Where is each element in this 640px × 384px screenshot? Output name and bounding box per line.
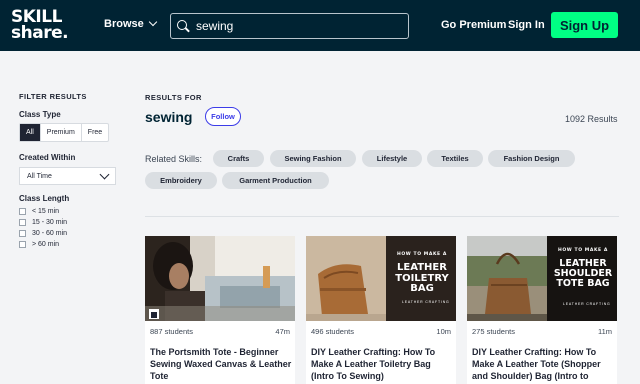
class-title[interactable]: DIY Leather Crafting: How To Make A Leat… xyxy=(311,346,453,382)
class-length-option-label: 30 - 60 min xyxy=(32,230,68,237)
chevron-down-icon xyxy=(148,17,157,27)
related-skill-chip[interactable]: Crafts xyxy=(213,150,264,167)
sign-in-link[interactable]: Sign In xyxy=(508,19,545,31)
skillshare-logo[interactable]: SKILL share. xyxy=(11,9,69,43)
top-navbar: SKILL share. Browse Go Premium Sign In S… xyxy=(0,0,640,51)
filter-results-title: FILTER RESULTS xyxy=(19,92,87,101)
class-duration: 47m xyxy=(275,327,290,336)
results-for-label: RESULTS FOR xyxy=(145,93,202,102)
filter-sidebar: FILTER RESULTS Class Type All Premium Fr… xyxy=(19,92,119,248)
checkbox[interactable] xyxy=(19,241,26,248)
related-skill-chip[interactable]: Lifestyle xyxy=(362,150,422,167)
created-within-select[interactable]: All Time xyxy=(19,167,116,185)
browse-menu[interactable]: Browse xyxy=(104,17,157,30)
class-length-option[interactable]: 30 - 60 min xyxy=(19,230,67,237)
related-skill-chip[interactable]: Embroidery xyxy=(145,172,217,189)
class-type-toggle: All Premium Free xyxy=(19,123,110,142)
search-input[interactable] xyxy=(196,19,396,33)
related-skill-chip[interactable]: Fashion Design xyxy=(488,150,575,167)
class-length-option[interactable]: 15 - 30 min xyxy=(19,219,67,226)
class-length-option[interactable]: < 15 min xyxy=(19,208,59,215)
results-count: 1092 Results xyxy=(565,114,618,124)
logo-line-2: share. xyxy=(11,23,69,43)
related-skill-chip[interactable]: Textiles xyxy=(427,150,483,167)
class-type-premium[interactable]: Premium xyxy=(39,124,82,141)
created-within-label: Created Within xyxy=(19,153,76,162)
thumbnail-headline: LEATHER TOILETRY BAG xyxy=(395,262,449,294)
search-bar[interactable] xyxy=(170,13,409,39)
class-type-free[interactable]: Free xyxy=(82,124,108,141)
class-title[interactable]: DIY Leather Crafting: How To Make A Leat… xyxy=(472,346,614,382)
class-duration: 11m xyxy=(597,327,612,336)
chevron-down-icon xyxy=(99,169,110,179)
class-length-option-label: 15 - 30 min xyxy=(32,219,68,226)
student-count: 887 students xyxy=(150,327,193,336)
class-duration: 10m xyxy=(436,327,451,336)
sign-up-button[interactable]: Sign Up xyxy=(551,12,618,38)
student-count: 496 students xyxy=(311,327,354,336)
divider xyxy=(145,216,619,217)
class-thumbnail[interactable] xyxy=(145,236,295,321)
checkbox[interactable] xyxy=(19,208,26,215)
class-thumbnail[interactable]: HOW TO MAKE A LEATHER SHOULDER TOTE BAG … xyxy=(467,236,617,321)
class-card[interactable]: HOW TO MAKE A LEATHER SHOULDER TOTE BAG … xyxy=(467,236,617,384)
class-length-label: Class Length xyxy=(19,194,70,203)
class-card[interactable]: HOW TO MAKE A LEATHER TOILETRY BAG LEATH… xyxy=(306,236,456,384)
search-query-title: sewing xyxy=(145,109,193,125)
related-skill-chip[interactable]: Sewing Fashion xyxy=(270,150,356,167)
follow-button[interactable]: Follow xyxy=(205,107,241,126)
search-icon xyxy=(177,19,190,33)
thumbnail-caption: HOW TO MAKE A xyxy=(558,248,608,253)
class-length-option-label: < 15 min xyxy=(32,208,60,215)
thumbnail-caption: HOW TO MAKE A xyxy=(397,252,447,257)
class-length-option-label: > 60 min xyxy=(32,241,60,248)
class-thumbnail[interactable]: HOW TO MAKE A LEATHER TOILETRY BAG LEATH… xyxy=(306,236,456,321)
class-type-label: Class Type xyxy=(19,110,61,119)
class-card[interactable]: 887 students 47m The Portsmith Tote - Be… xyxy=(145,236,295,384)
class-length-option[interactable]: > 60 min xyxy=(19,241,59,248)
go-premium-link[interactable]: Go Premium xyxy=(441,19,506,31)
related-skills-label: Related Skills: xyxy=(145,154,203,164)
student-count: 275 students xyxy=(472,327,515,336)
created-within-value: All Time xyxy=(27,172,52,180)
checkbox[interactable] xyxy=(19,230,26,237)
class-type-all[interactable]: All xyxy=(20,124,40,141)
checkbox[interactable] xyxy=(19,219,26,226)
related-skill-chip[interactable]: Garment Production xyxy=(222,172,329,189)
thumbnail-headline: LEATHER SHOULDER TOTE BAG xyxy=(553,258,613,289)
class-title[interactable]: The Portsmith Tote - Beginner Sewing Wax… xyxy=(150,346,292,382)
thumbnail-subcaption: LEATHER CRAFTING xyxy=(402,300,450,304)
browse-label: Browse xyxy=(104,18,144,30)
thumbnail-subcaption: LEATHER CRAFTING xyxy=(563,302,611,306)
